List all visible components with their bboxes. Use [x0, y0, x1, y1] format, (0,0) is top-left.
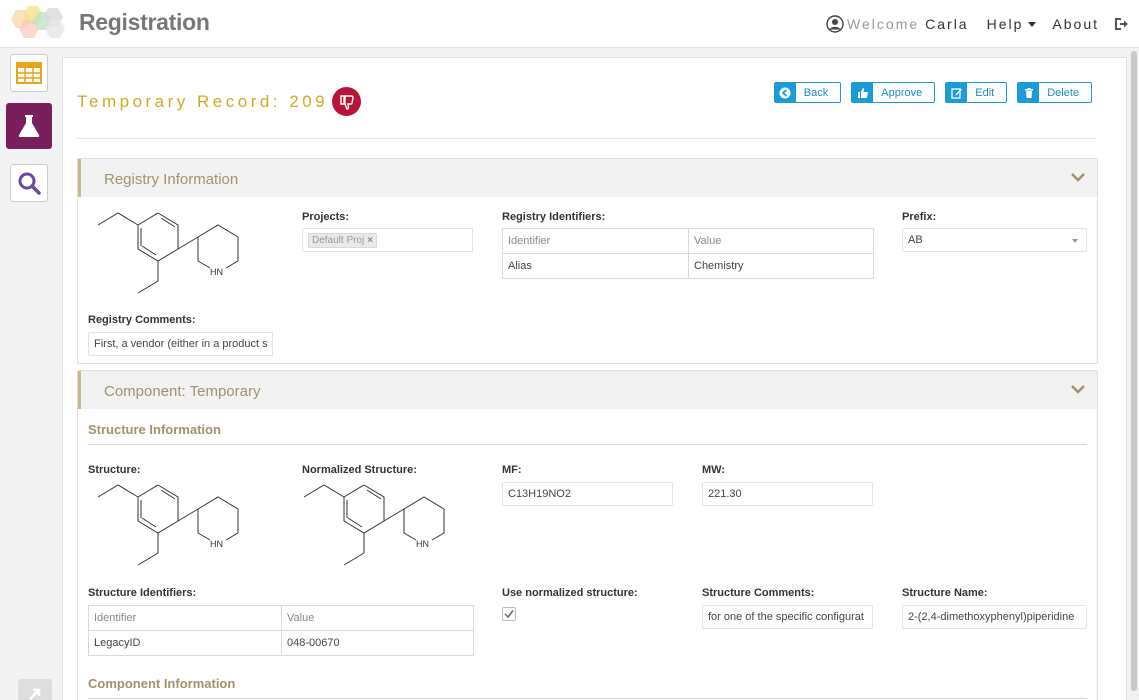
thumbs-up-icon: [857, 87, 868, 98]
table-header-row: Identifier Value: [502, 228, 874, 254]
chevron-down-icon: [1028, 21, 1037, 27]
delete-button[interactable]: Delete: [1017, 82, 1092, 103]
help-menu[interactable]: Help: [987, 16, 1037, 32]
structure-name-label: Structure Name:: [902, 587, 988, 599]
edit-icon: [951, 87, 962, 99]
scrollbar-thumb[interactable]: [1131, 51, 1137, 691]
back-button-label: Back: [803, 86, 829, 99]
structure-name-field[interactable]: 2-(2,4-dimethoxyphenyl)piperidine: [902, 605, 1087, 629]
structure-information-title: Structure Information: [88, 422, 221, 437]
arrow-left-circle-icon: [779, 87, 791, 98]
projects-label: Projects:: [302, 211, 350, 223]
normalized-structure-image[interactable]: HN: [292, 477, 472, 577]
back-button[interactable]: Back: [773, 82, 842, 103]
normalized-structure-label: Normalized Structure:: [302, 464, 417, 476]
arrow-up-right-icon: [29, 688, 41, 700]
structure-label: Structure:: [88, 464, 141, 476]
approve-button[interactable]: Approve: [851, 82, 936, 103]
mw-label: MW:: [702, 464, 726, 476]
use-normalized-checkbox[interactable]: [502, 607, 516, 621]
table-row[interactable]: Alias Chemistry: [502, 253, 874, 279]
username[interactable]: Carla: [925, 16, 968, 32]
table-header-row: Identifier Value: [88, 605, 474, 631]
component-information-title: Component Information: [88, 676, 236, 691]
record-title: Temporary Record: 209: [77, 92, 329, 111]
structure-comments-field[interactable]: for one of the specific configurat: [702, 605, 873, 629]
component-panel-header[interactable]: Component: Temporary: [78, 371, 1097, 409]
thumbs-down-icon: [339, 94, 354, 110]
about-link[interactable]: About: [1052, 16, 1099, 32]
trash-icon: [1024, 87, 1033, 98]
sidebar-item-search[interactable]: [10, 164, 48, 202]
search-icon: [18, 172, 41, 195]
top-bar: Registration Welcome Carla Help About: [0, 0, 1139, 48]
user-menu: Welcome Carla Help About: [826, 0, 1139, 48]
projects-input[interactable]: Default Proj ×: [302, 228, 473, 252]
registry-information-panel: Registry Information HN Projects: Defaul…: [77, 158, 1098, 364]
nh-atom-label: HN: [416, 539, 429, 549]
table-cell-value: 048-00670: [281, 630, 474, 656]
table-cell-identifier: Alias: [502, 253, 689, 279]
component-panel: Component: Temporary Structure Informati…: [77, 370, 1098, 700]
divider: [88, 444, 1087, 445]
chevron-down-icon[interactable]: [1071, 384, 1085, 394]
table-header-value: Value: [281, 605, 474, 631]
table-header-identifier: Identifier: [502, 228, 689, 254]
status-badge: [332, 87, 361, 116]
record-view: Temporary Record: 209 Back Approve Edit …: [62, 57, 1127, 700]
project-tag[interactable]: Default Proj ×: [308, 232, 378, 248]
structure-image[interactable]: HN: [86, 477, 266, 577]
registry-identifiers-table: Identifier Value Alias Chemistry: [502, 228, 874, 279]
mf-field[interactable]: C13H19NO2: [502, 482, 673, 506]
remove-tag-icon[interactable]: ×: [367, 235, 373, 246]
structure-identifiers-table: Identifier Value LegacyID 048-00670: [88, 605, 474, 656]
edit-button[interactable]: Edit: [945, 82, 1008, 103]
help-label: Help: [986, 16, 1024, 32]
edit-button-label: Edit: [975, 86, 995, 99]
component-panel-title: Component: Temporary: [104, 383, 261, 400]
user-avatar-icon[interactable]: [826, 15, 844, 33]
divider: [77, 138, 1097, 139]
registry-identifiers-label: Registry Identifiers:: [502, 211, 606, 223]
registry-panel-title: Registry Information: [104, 171, 239, 188]
mf-label: MF:: [502, 464, 522, 476]
sidebar-item-register[interactable]: [6, 103, 52, 149]
registry-comments-field[interactable]: First, a vendor (either in a product s: [88, 332, 273, 356]
table-cell-value: Chemistry: [688, 253, 874, 279]
prefix-select[interactable]: AB: [902, 228, 1087, 252]
project-tag-label: Default Proj: [312, 234, 365, 246]
welcome-label: Welcome: [847, 16, 920, 32]
sign-out-icon[interactable]: [1113, 16, 1129, 32]
registry-comments-label: Registry Comments:: [88, 314, 196, 326]
chevron-down-icon[interactable]: [1071, 172, 1085, 182]
nh-atom-label: HN: [210, 539, 223, 549]
table-cell-identifier: LegacyID: [88, 630, 282, 656]
chevron-down-icon: [1072, 239, 1078, 243]
expand-sidebar-button[interactable]: [18, 679, 52, 700]
flask-icon: [18, 115, 40, 137]
prefix-label: Prefix:: [902, 211, 937, 223]
table-row[interactable]: LegacyID 048-00670: [88, 630, 474, 656]
sidebar: [0, 49, 58, 700]
table-grid-icon: [16, 62, 42, 84]
table-header-identifier: Identifier: [88, 605, 282, 631]
approve-button-label: Approve: [881, 86, 923, 99]
sidebar-item-records-grid[interactable]: [10, 54, 48, 92]
structure-identifiers-label: Structure Identifiers:: [88, 587, 197, 599]
prefix-value: AB: [908, 234, 923, 246]
delete-button-label: Delete: [1047, 86, 1079, 99]
app-logo-icon: [11, 6, 65, 38]
page-scrollbar[interactable]: [1129, 49, 1139, 700]
divider: [88, 698, 1087, 699]
registry-panel-header[interactable]: Registry Information: [78, 159, 1097, 197]
mw-field[interactable]: 221.30: [702, 482, 873, 506]
record-actions: Back Approve Edit Delete: [773, 82, 1092, 103]
nh-atom-label: HN: [210, 267, 223, 277]
app-title: Registration: [79, 9, 210, 35]
table-header-value: Value: [688, 228, 874, 254]
checkmark-icon: [504, 610, 514, 619]
structure-comments-label: Structure Comments:: [702, 587, 815, 599]
use-normalized-label: Use normalized structure:: [502, 587, 638, 599]
registry-structure-image[interactable]: HN: [86, 205, 266, 305]
